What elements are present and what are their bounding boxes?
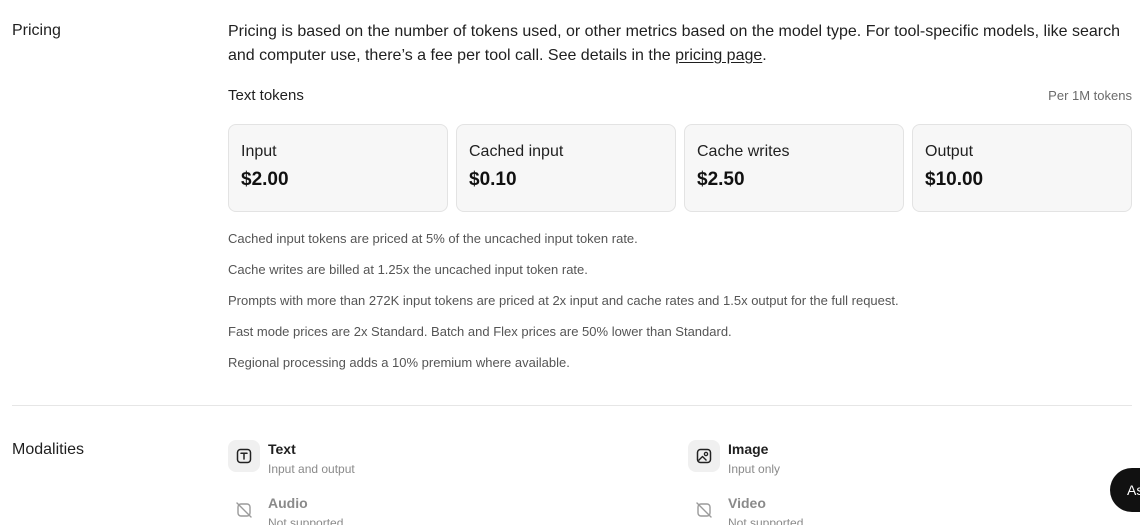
section-divider (12, 405, 1132, 406)
pricing-notes: Cached input tokens are priced at 5% of … (228, 230, 899, 385)
price-card-value: $2.00 (241, 169, 289, 190)
text-tokens-title: Text tokens (228, 87, 304, 104)
modality-image: Image Input only (688, 440, 780, 478)
modality-video: Video Not supported (688, 494, 803, 525)
price-card-label: Cached input (469, 143, 564, 160)
text-icon (228, 440, 260, 472)
image-icon (688, 440, 720, 472)
modality-name: Image (728, 441, 769, 457)
pricing-note: Regional processing adds a 10% premium w… (228, 355, 570, 370)
modalities-section-label: Modalities (12, 441, 85, 458)
price-card-input: Input $2.00 (228, 124, 448, 212)
modality-name: Video (728, 495, 766, 511)
audio-unsupported-icon (228, 494, 260, 525)
ask-button[interactable]: As (1110, 468, 1140, 512)
modality-audio: Audio Not supported (228, 494, 343, 525)
modality-name: Text (268, 441, 296, 457)
pricing-note: Prompts with more than 272K input tokens… (228, 293, 899, 308)
price-cards: Input $2.00 Cached input $0.10 Cache wri… (228, 124, 1132, 212)
video-unsupported-icon (688, 494, 720, 525)
pricing-note: Fast mode prices are 2x Standard. Batch … (228, 324, 732, 339)
price-card-value: $2.50 (697, 169, 745, 190)
price-card-output: Output $10.00 (912, 124, 1132, 212)
price-card-label: Input (241, 143, 277, 160)
price-card-value: $0.10 (469, 169, 517, 190)
pricing-intro: Pricing is based on the number of tokens… (228, 20, 1132, 68)
modality-text: Text Input and output (228, 440, 355, 478)
pricing-note: Cached input tokens are priced at 5% of … (228, 231, 638, 246)
modality-name: Audio (268, 495, 308, 511)
price-card-value: $10.00 (925, 169, 984, 190)
price-card-cache-writes: Cache writes $2.50 (684, 124, 904, 212)
pricing-intro-end: . (762, 47, 767, 64)
modality-status: Not supported (268, 516, 344, 525)
pricing-note: Cache writes are billed at 1.25x the unc… (228, 262, 588, 277)
text-tokens-unit: Per 1M tokens (1048, 88, 1132, 103)
price-card-label: Output (925, 143, 974, 160)
pricing-page-link[interactable]: pricing page (675, 47, 762, 64)
modality-status: Input and output (268, 462, 355, 476)
price-card-label: Cache writes (697, 143, 790, 160)
modality-status: Not supported (728, 516, 804, 525)
pricing-intro-text: Pricing is based on the number of tokens… (228, 23, 1120, 64)
price-card-cached-input: Cached input $0.10 (456, 124, 676, 212)
pricing-section-label: Pricing (12, 22, 61, 39)
model-details-page: Pricing Pricing is based on the number o… (0, 0, 1140, 525)
modality-status: Input only (728, 462, 781, 476)
